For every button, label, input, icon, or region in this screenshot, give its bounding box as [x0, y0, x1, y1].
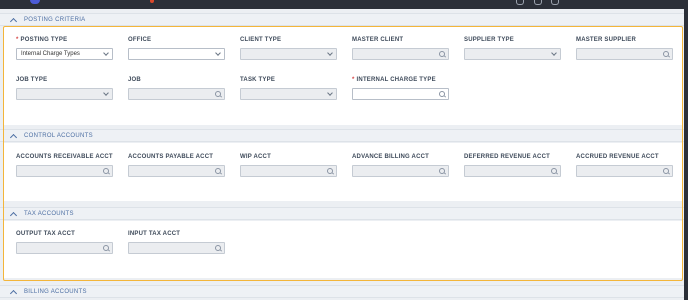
section-header-tax-accounts[interactable]: TAX ACCOUNTS [0, 207, 684, 220]
output-tax-acct-lookup[interactable] [16, 242, 113, 254]
posting-criteria-panel: * POSTING TYPE Internal Charge Types OFFI… [4, 27, 682, 125]
master-client-label: MASTER CLIENT [352, 37, 404, 43]
section-title: POSTING CRITERIA [24, 16, 86, 23]
label-text: POSTING TYPE [20, 37, 68, 43]
search-icon[interactable] [103, 168, 109, 174]
toolbar-icon[interactable] [516, 0, 524, 5]
window-edge [684, 0, 688, 300]
search-icon[interactable] [215, 91, 221, 97]
posting-type-label: * POSTING TYPE [16, 37, 67, 43]
job-type-select[interactable] [16, 88, 113, 100]
required-marker: * [16, 37, 19, 43]
advance-billing-acct-label: ADVANCE BILLING ACCT [352, 154, 429, 160]
selected-value: Internal Charge Types [21, 51, 80, 57]
accrued-revenue-acct-lookup[interactable] [576, 165, 673, 177]
client-type-label: CLIENT TYPE [240, 37, 282, 43]
section-title: CONTROL ACCOUNTS [24, 132, 93, 139]
search-icon[interactable] [663, 168, 669, 174]
toolbar-icon[interactable] [551, 0, 559, 5]
chevron-up-icon [9, 289, 18, 297]
chevron-down-icon [327, 90, 333, 96]
wip-acct-lookup[interactable] [240, 165, 337, 177]
ap-acct-lookup[interactable] [128, 165, 225, 177]
section-header-control-accounts[interactable]: CONTROL ACCOUNTS [0, 129, 684, 142]
client-type-select[interactable] [240, 48, 337, 60]
search-icon[interactable] [439, 51, 445, 57]
section-header-billing-accounts[interactable]: BILLING ACCOUNTS [0, 285, 684, 298]
chevron-down-icon [103, 50, 109, 56]
search-icon[interactable] [439, 91, 445, 97]
output-tax-acct-label: OUTPUT TAX ACCT [16, 231, 75, 237]
ar-acct-lookup[interactable] [16, 165, 113, 177]
search-icon[interactable] [215, 168, 221, 174]
chevron-up-icon [9, 17, 18, 25]
deferred-revenue-acct-lookup[interactable] [464, 165, 561, 177]
app-logo[interactable] [30, 0, 40, 4]
wip-acct-label: WIP ACCT [240, 154, 271, 160]
label-text: INTERNAL CHARGE TYPE [356, 77, 436, 83]
input-tax-acct-lookup[interactable] [128, 242, 225, 254]
supplier-type-select[interactable] [464, 48, 561, 60]
office-label: OFFICE [128, 37, 152, 43]
chevron-up-icon [9, 211, 18, 219]
accrued-revenue-acct-label: ACCRUED REVENUE ACCT [576, 154, 659, 160]
search-icon[interactable] [327, 168, 333, 174]
master-supplier-lookup[interactable] [576, 48, 673, 60]
notification-indicator-icon[interactable] [150, 0, 154, 3]
section-title: TAX ACCOUNTS [24, 210, 74, 217]
required-marker: * [352, 77, 355, 83]
master-client-lookup[interactable] [352, 48, 449, 60]
chevron-down-icon [103, 90, 109, 96]
task-type-select[interactable] [240, 88, 337, 100]
supplier-type-label: SUPPLIER TYPE [464, 37, 514, 43]
toolbar-icon[interactable] [534, 0, 542, 5]
control-accounts-panel: ACCOUNTS RECEIVABLE ACCT ACCOUNTS PAYABL… [4, 143, 682, 201]
chevron-down-icon [551, 50, 557, 56]
search-icon[interactable] [551, 168, 557, 174]
chevron-down-icon [215, 50, 221, 56]
internal-charge-type-lookup[interactable] [352, 88, 449, 100]
job-label: JOB [128, 77, 141, 83]
search-icon[interactable] [663, 51, 669, 57]
posting-type-select[interactable]: Internal Charge Types [16, 48, 113, 60]
chevron-down-icon [327, 50, 333, 56]
app-top-bar [0, 0, 688, 9]
task-type-label: TASK TYPE [240, 77, 276, 83]
section-header-posting-criteria[interactable]: POSTING CRITERIA [0, 13, 684, 26]
search-icon[interactable] [439, 168, 445, 174]
internal-charge-type-label: * INTERNAL CHARGE TYPE [352, 77, 436, 83]
advance-billing-acct-lookup[interactable] [352, 165, 449, 177]
search-icon[interactable] [103, 245, 109, 251]
chevron-up-icon [9, 133, 18, 141]
ap-acct-label: ACCOUNTS PAYABLE ACCT [128, 154, 214, 160]
search-icon[interactable] [215, 245, 221, 251]
master-supplier-label: MASTER SUPPLIER [576, 37, 637, 43]
job-type-label: JOB TYPE [16, 77, 48, 83]
input-tax-acct-label: INPUT TAX ACCT [128, 231, 181, 237]
deferred-revenue-acct-label: DEFERRED REVENUE ACCT [464, 154, 550, 160]
tax-accounts-panel: OUTPUT TAX ACCT INPUT TAX ACCT [4, 221, 682, 278]
section-title: BILLING ACCOUNTS [24, 288, 87, 295]
job-lookup[interactable] [128, 88, 225, 100]
ar-acct-label: ACCOUNTS RECEIVABLE ACCT [16, 154, 113, 160]
office-select[interactable] [128, 48, 225, 60]
